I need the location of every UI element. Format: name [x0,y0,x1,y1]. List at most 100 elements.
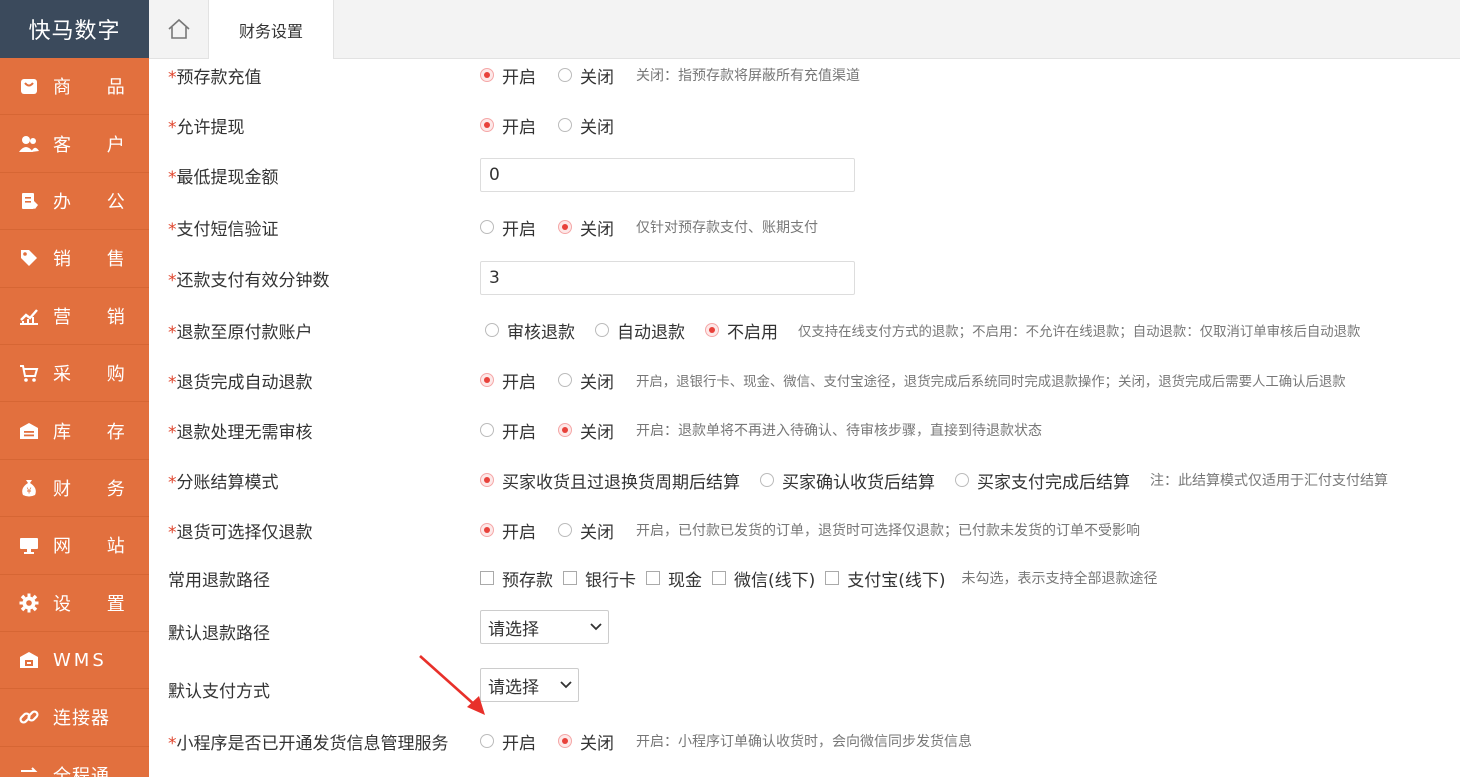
form-row-prepay: *预存款充值 开启 关闭 关闭：指预存款将屏蔽所有充值渠道 [149,62,1460,88]
field-label: *小程序是否已开通发货信息管理服务 [168,733,449,754]
checkbox-path-wechat-offline[interactable]: 微信(线下) [712,566,815,591]
cart-icon [19,363,39,383]
radio-no-audit-on[interactable]: 开启 [480,418,536,443]
radio-prepay-on[interactable]: 开启 [480,63,536,88]
sidebar-item-goods[interactable]: 商 品 [0,58,149,116]
sidebar-item-label: 网 站 [53,536,140,558]
sidebar-item-customers[interactable]: 客 户 [0,115,149,173]
home-icon [167,18,190,39]
repay-minutes-input[interactable] [480,261,855,295]
radio-withdraw-on[interactable]: 开启 [480,113,536,138]
checkbox-path-prepay[interactable]: 预存款 [480,566,553,591]
monitor-icon [19,535,39,555]
radio-auto-refund-on[interactable]: 开启 [480,368,536,393]
bag-icon [19,76,39,96]
radio-mini-program-on[interactable]: 开启 [480,729,536,754]
form-row-auto-refund: *退货完成自动退款 开启 关闭 开启，退银行卡、现金、微信、支付宝途径，退货完成… [149,367,1460,393]
sidebar-item-connector[interactable]: 连接器 [0,689,149,747]
sidebar-item-marketing[interactable]: 营 销 [0,288,149,345]
form-row-min-withdraw: *最低提现金额 [149,158,1460,192]
sidebar-item-fullprocess[interactable]: 全程通 [0,747,149,777]
app-logo: 快马数字 [0,0,149,58]
link-icon [19,707,39,727]
field-label: *允许提现 [168,117,245,138]
field-label: 默认退款路径 [168,624,270,644]
field-label: *退货完成自动退款 [168,372,313,393]
transfer-icon [19,765,39,777]
sidebar-item-label: 营 销 [53,306,140,328]
radio-auto-refund-off[interactable]: 关闭 [558,368,614,393]
checkbox-path-bankcard[interactable]: 银行卡 [563,566,636,591]
radio-withdraw-off[interactable]: 关闭 [558,113,614,138]
sidebar-item-label: WMS [53,649,107,671]
wms-box-icon [19,650,39,670]
sidebar-item-label: 设 置 [53,593,140,615]
svg-text:¥: ¥ [26,486,31,495]
hint-text: 开启，已付款已发货的订单，退货时可选择仅退款；已付款未发货的订单不受影响 [636,523,1140,539]
radio-mini-program-off[interactable]: 关闭 [558,729,614,754]
sidebar-item-wms[interactable]: WMS [0,632,149,690]
min-withdraw-input[interactable] [480,158,855,192]
sidebar-item-website[interactable]: 网 站 [0,517,149,575]
warehouse-icon [19,421,39,441]
field-label: *最低提现金额 [168,167,279,188]
annotation-arrow-icon [419,655,485,715]
sidebar-item-purchase[interactable]: 采 购 [0,345,149,403]
radio-refund-disabled[interactable]: 不启用 [705,318,778,343]
radio-split-after-period[interactable]: 买家收货且过退换货周期后结算 [480,468,740,493]
radio-no-audit-off[interactable]: 关闭 [558,418,614,443]
sidebar: 快马数字 商 品 客 户 办 公 销 售 营 销 采 购 库 存 ¥ 财 务 网… [0,0,149,777]
tab-finance-settings[interactable]: 财务设置 [209,0,334,59]
radio-refund-audit[interactable]: 审核退款 [485,318,575,343]
sidebar-item-finance[interactable]: ¥ 财 务 [0,460,149,518]
radio-split-after-confirm[interactable]: 买家确认收货后结算 [760,468,935,493]
sidebar-item-sales[interactable]: 销 售 [0,230,149,288]
finance-settings-form: *预存款充值 开启 关闭 关闭：指预存款将屏蔽所有充值渠道 *允许提现 开启 关… [149,59,1460,777]
chevron-down-icon [560,681,572,689]
radio-refund-only-off[interactable]: 关闭 [558,518,614,543]
radio-prepay-off[interactable]: 关闭 [558,63,614,88]
sidebar-item-label: 采 购 [53,364,140,386]
form-row-refund-only: *退货可选择仅退款 开启 关闭 开启，已付款已发货的订单，退货时可选择仅退款；已… [149,517,1460,543]
sidebar-item-label: 连接器 [53,708,110,730]
sidebar-item-label: 客 户 [53,134,140,156]
form-row-default-pay: 默认支付方式 请选择 [149,668,1460,702]
radio-split-after-pay[interactable]: 买家支付完成后结算 [955,468,1130,493]
field-label: 默认支付方式 [168,682,270,702]
checkbox-path-cash[interactable]: 现金 [646,566,702,591]
form-row-common-paths: 常用退款路径 预存款 银行卡 现金 微信(线下) 支付宝(线下) 未勾选，表示支… [149,565,1460,591]
hint-text: 仅支持在线支付方式的退款；不启用：不允许在线退款；自动退款：仅取消订单审核后自动… [798,325,1361,340]
tab-bar: 财务设置 [149,0,1460,59]
form-row-repay-minutes: *还款支付有效分钟数 [149,261,1460,295]
radio-refund-only-on[interactable]: 开启 [480,518,536,543]
chart-icon [19,306,39,326]
field-label: *还款支付有效分钟数 [168,270,330,291]
sidebar-item-office[interactable]: 办 公 [0,173,149,231]
hint-text: 开启：小程序订单确认收货时，会向微信同步发货信息 [636,734,972,750]
sidebar-item-settings[interactable]: 设 置 [0,575,149,632]
form-row-default-path: 默认退款路径 请选择 [149,610,1460,644]
sidebar-item-label: 办 公 [53,191,140,213]
field-label: *分账结算模式 [168,472,279,493]
default-pay-method-select[interactable]: 请选择 [480,668,579,702]
radio-refund-auto[interactable]: 自动退款 [595,318,685,343]
field-label: *退款至原付款账户 [168,322,313,343]
gear-icon [19,593,39,613]
home-tab[interactable] [149,0,209,58]
hint-text: 开启：退款单将不再进入待确认、待审核步骤，直接到待退款状态 [636,423,1042,439]
form-row-no-audit: *退款处理无需审核 开启 关闭 开启：退款单将不再进入待确认、待审核步骤，直接到… [149,417,1460,443]
hint-text: 仅针对预存款支付、账期支付 [636,220,818,236]
form-row-mini-program: *小程序是否已开通发货信息管理服务 开启 关闭 开启：小程序订单确认收货时，会向… [149,728,1460,754]
form-row-split-mode: *分账结算模式 买家收货且过退换货周期后结算 买家确认收货后结算 买家支付完成后… [149,467,1460,493]
sidebar-item-label: 销 售 [53,249,140,271]
tag-icon [19,248,39,268]
radio-sms-on[interactable]: 开启 [480,215,536,240]
money-bag-icon: ¥ [19,478,39,498]
hint-text: 未勾选，表示支持全部退款途径 [961,571,1158,587]
default-refund-path-select[interactable]: 请选择 [480,610,609,644]
sidebar-item-label: 财 务 [53,478,140,500]
radio-sms-off[interactable]: 关闭 [558,215,614,240]
checkbox-path-alipay-offline[interactable]: 支付宝(线下) [825,566,946,591]
sidebar-item-inventory[interactable]: 库 存 [0,402,149,460]
chevron-down-icon [590,623,602,631]
